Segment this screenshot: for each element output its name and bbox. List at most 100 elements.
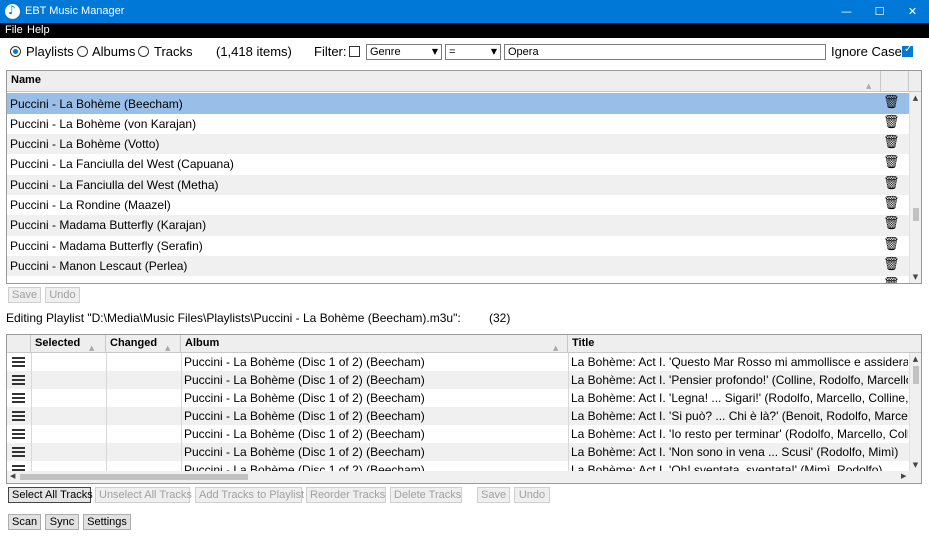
- window-title: EBT Music Manager: [25, 5, 125, 17]
- filter-checkbox[interactable]: [349, 46, 360, 57]
- scroll-thumb[interactable]: [20, 474, 248, 480]
- scroll-up-icon[interactable]: ▲: [910, 355, 921, 363]
- track-row[interactable]: Puccini - La Bohème (Disc 1 of 2) (Beech…: [7, 353, 909, 371]
- column-album[interactable]: Album ▲: [181, 335, 568, 352]
- filter-value-text: Opera: [508, 46, 539, 58]
- playlist-name: Puccini - La Bohème (von Karajan): [10, 117, 197, 131]
- playlist-row-partial: 🗑: [7, 276, 909, 283]
- track-row[interactable]: Puccini - La Bohème (Disc 1 of 2) (Beech…: [7, 425, 909, 443]
- maximize-button[interactable]: ☐: [863, 0, 896, 23]
- playlist-name: Puccini - La Bohème (Votto): [10, 137, 160, 151]
- trash-icon[interactable]: 🗑: [883, 257, 900, 272]
- playlist-row[interactable]: Puccini - Manon Lescaut (Perlea) 🗑: [7, 256, 909, 276]
- albums-radio-label[interactable]: Albums: [92, 44, 135, 60]
- add-tracks-to-playlist-button[interactable]: Add Tracks to Playlist: [195, 487, 304, 503]
- track-row[interactable]: Puccini - La Bohème (Disc 1 of 2) (Beech…: [7, 389, 909, 407]
- playlists-radio-label[interactable]: Playlists: [26, 44, 74, 60]
- select-all-tracks-button[interactable]: Select All Tracks: [8, 487, 93, 503]
- filter-field-value: Genre: [370, 46, 401, 58]
- tracks-save-button[interactable]: Save: [477, 487, 510, 503]
- trash-icon[interactable]: 🗑: [883, 135, 900, 150]
- scroll-down-icon[interactable]: ▼: [910, 273, 921, 281]
- playlist-undo-button[interactable]: Undo: [45, 287, 80, 303]
- tracks-radio[interactable]: [138, 46, 149, 57]
- tracks-horizontal-scrollbar[interactable]: ◀ ▶: [7, 471, 921, 483]
- drag-handle-icon[interactable]: [12, 429, 25, 439]
- trash-icon[interactable]: 🗑: [883, 115, 900, 130]
- scroll-left-icon[interactable]: ◀: [10, 472, 15, 480]
- scroll-down-icon[interactable]: ▼: [910, 461, 921, 469]
- reorder-tracks-button[interactable]: Reorder Tracks: [306, 487, 386, 503]
- albums-radio[interactable]: [77, 46, 88, 57]
- playlists-table-header: Name ▲: [7, 71, 921, 92]
- playlist-row[interactable]: Puccini - La Bohème (Beecham) 🗑: [7, 93, 909, 114]
- scan-button[interactable]: Scan: [8, 514, 41, 530]
- playlist-row[interactable]: Puccini - Madama Butterfly (Serafin) 🗑: [7, 236, 909, 256]
- track-row[interactable]: Puccini - La Bohème (Disc 1 of 2) (Beech…: [7, 371, 909, 389]
- trash-icon[interactable]: 🗑: [883, 237, 900, 252]
- unselect-all-tracks-button[interactable]: Unselect All Tracks: [95, 487, 192, 503]
- playlist-row[interactable]: Puccini - La Rondine (Maazel) 🗑: [7, 195, 909, 215]
- playlist-save-button[interactable]: Save: [8, 287, 41, 303]
- filter-operator-select[interactable]: = ▼: [445, 44, 501, 60]
- scroll-thumb[interactable]: [913, 208, 919, 221]
- tracks-radio-label[interactable]: Tracks: [154, 44, 193, 60]
- filter-operator-value: =: [449, 46, 456, 58]
- drag-handle-icon[interactable]: [12, 375, 25, 385]
- column-title-label: Title: [572, 337, 595, 349]
- playlist-row[interactable]: Puccini - La Fanciulla del West (Capuana…: [7, 154, 909, 175]
- track-title: La Bohème: Act I. 'Si può? ... Chi è là?…: [571, 409, 908, 423]
- settings-button[interactable]: Settings: [83, 514, 131, 530]
- playlist-row[interactable]: Puccini - La Bohème (von Karajan) 🗑: [7, 114, 909, 134]
- chevron-down-icon: ▼: [431, 47, 438, 56]
- trash-icon[interactable]: 🗑: [883, 176, 900, 191]
- filter-value-input[interactable]: Opera: [504, 44, 826, 60]
- scroll-thumb[interactable]: [913, 366, 919, 384]
- playlist-row[interactable]: Puccini - La Fanciulla del West (Metha) …: [7, 175, 909, 195]
- column-divider: [568, 353, 569, 471]
- playlists-vertical-scrollbar[interactable]: ▲ ▼: [909, 92, 921, 283]
- scroll-right-icon[interactable]: ▶: [901, 472, 906, 480]
- track-row[interactable]: Puccini - La Bohème (Disc 1 of 2) (Beech…: [7, 407, 909, 425]
- track-row[interactable]: Puccini - La Bohème (Disc 1 of 2) (Beech…: [7, 461, 909, 471]
- track-row[interactable]: Puccini - La Bohème (Disc 1 of 2) (Beech…: [7, 443, 909, 461]
- drag-handle-icon[interactable]: [12, 357, 25, 367]
- playlist-row[interactable]: Puccini - Madama Butterfly (Karajan) 🗑: [7, 215, 909, 236]
- tracks-undo-button[interactable]: Undo: [514, 487, 550, 503]
- drag-handle-icon[interactable]: [12, 393, 25, 403]
- playlist-name: Puccini - Manon Lescaut (Perlea): [10, 259, 188, 273]
- track-album: Puccini - La Bohème (Disc 1 of 2) (Beech…: [184, 445, 425, 459]
- menu-help[interactable]: Help: [27, 24, 50, 36]
- drag-handle-icon[interactable]: [12, 447, 25, 457]
- menu-bar: File Help: [0, 23, 929, 38]
- column-delete: [881, 71, 909, 91]
- delete-tracks-button[interactable]: Delete Tracks: [390, 487, 462, 503]
- drag-handle-icon[interactable]: [12, 411, 25, 421]
- playlists-radio[interactable]: [10, 46, 21, 57]
- close-button[interactable]: ✕: [896, 0, 929, 23]
- scroll-up-icon[interactable]: ▲: [910, 94, 921, 102]
- trash-icon[interactable]: 🗑: [883, 196, 900, 211]
- playlist-row[interactable]: Puccini - La Bohème (Votto) 🗑: [7, 134, 909, 154]
- tracks-table-header: Selected ▲ Changed ▲ Album ▲ Title: [7, 335, 921, 353]
- track-title: La Bohème: Act I. 'Oh! sventata, sventat…: [571, 463, 883, 471]
- playlist-name: Puccini - Madama Butterfly (Karajan): [10, 218, 207, 232]
- tracks-vertical-scrollbar[interactable]: ▲ ▼: [909, 353, 921, 471]
- trash-icon[interactable]: 🗑: [883, 216, 900, 231]
- minimize-button[interactable]: —: [830, 0, 863, 23]
- sync-button[interactable]: Sync: [45, 514, 79, 530]
- column-divider: [106, 353, 107, 471]
- column-title[interactable]: Title: [568, 335, 921, 352]
- trash-icon[interactable]: 🗑: [883, 155, 900, 170]
- column-selected[interactable]: Selected ▲: [31, 335, 106, 352]
- column-changed[interactable]: Changed ▲: [106, 335, 181, 352]
- column-name[interactable]: Name ▲: [7, 71, 881, 91]
- filter-field-select[interactable]: Genre ▼: [366, 44, 442, 60]
- trash-icon[interactable]: 🗑: [883, 95, 900, 110]
- ignore-case-checkbox[interactable]: [902, 44, 913, 57]
- trash-icon: 🗑: [883, 277, 900, 283]
- playlist-name: Puccini - La Bohème (Beecham): [10, 97, 183, 111]
- menu-file[interactable]: File: [5, 24, 23, 36]
- title-bar: EBT Music Manager — ☐ ✕: [0, 0, 929, 23]
- track-album: Puccini - La Bohème (Disc 1 of 2) (Beech…: [184, 427, 425, 441]
